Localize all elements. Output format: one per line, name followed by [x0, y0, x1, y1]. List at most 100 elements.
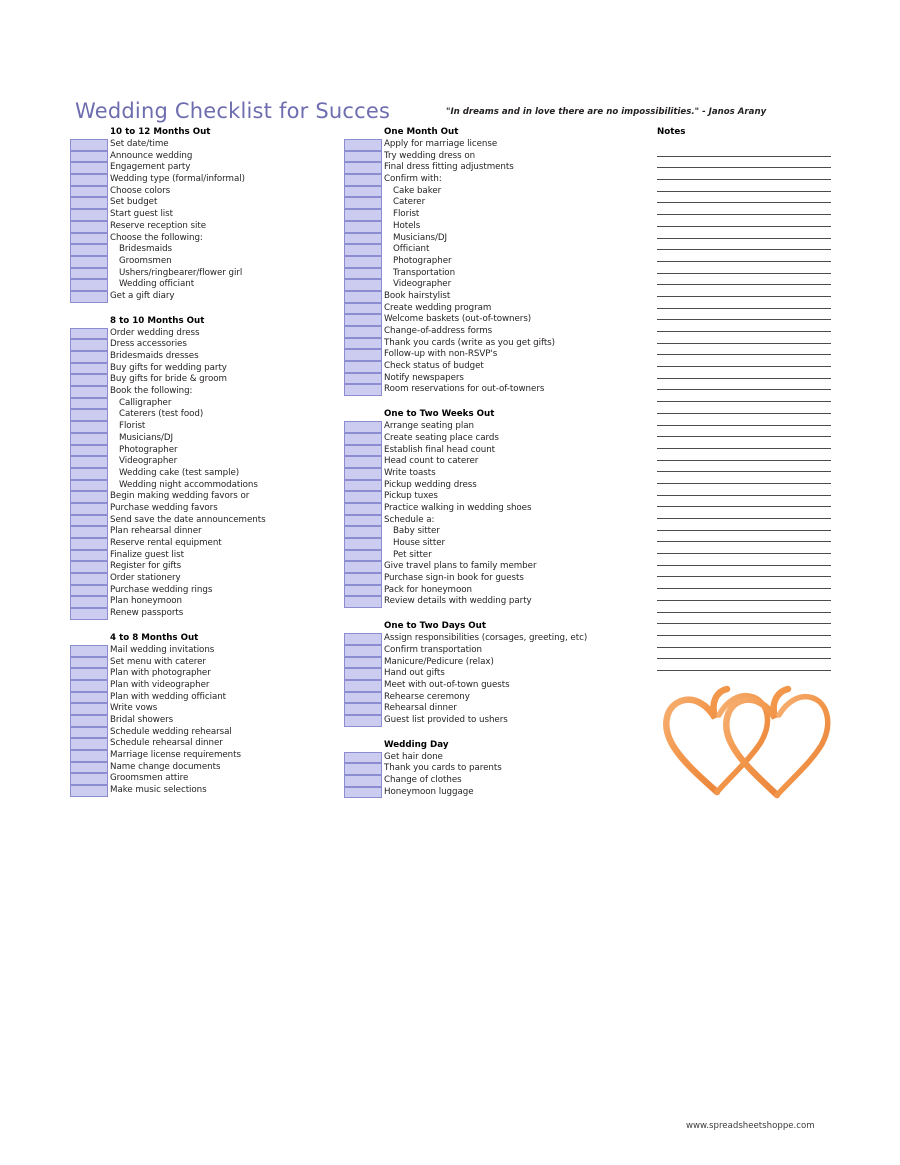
checkbox-cell[interactable]: [344, 561, 382, 574]
checkbox-cell[interactable]: [344, 751, 382, 764]
checkbox-cell[interactable]: [344, 596, 382, 609]
notes-line[interactable]: [657, 274, 831, 286]
notes-line[interactable]: [657, 437, 831, 449]
notes-line[interactable]: [657, 297, 831, 309]
notes-line[interactable]: [657, 484, 831, 496]
notes-line[interactable]: [657, 250, 831, 262]
notes-line[interactable]: [657, 601, 831, 613]
checkbox-cell[interactable]: [344, 633, 382, 645]
checkbox-cell[interactable]: [344, 326, 382, 338]
notes-line[interactable]: [657, 332, 831, 344]
checkbox-cell[interactable]: [70, 456, 108, 468]
checkbox-cell[interactable]: [70, 479, 108, 492]
notes-line[interactable]: [657, 566, 831, 578]
notes-line[interactable]: [657, 449, 831, 461]
checkbox-cell[interactable]: [344, 314, 382, 326]
checkbox-cell[interactable]: [344, 775, 382, 787]
notes-line[interactable]: [657, 344, 831, 356]
checkbox-cell[interactable]: [70, 761, 108, 774]
checkbox-cell[interactable]: [70, 197, 108, 210]
notes-line[interactable]: [657, 379, 831, 391]
checkbox-cell[interactable]: [70, 679, 108, 692]
checkbox-cell[interactable]: [70, 327, 108, 340]
checkbox-cell[interactable]: [70, 502, 108, 515]
notes-line[interactable]: [657, 203, 831, 216]
checkbox-cell[interactable]: [344, 644, 382, 657]
checkbox-cell[interactable]: [70, 561, 108, 574]
checkbox-cell[interactable]: [344, 584, 382, 597]
checkbox-cell[interactable]: [70, 444, 108, 457]
notes-line[interactable]: [657, 309, 831, 321]
checkbox-cell[interactable]: [344, 538, 382, 550]
checkbox-cell[interactable]: [344, 290, 382, 303]
checkbox-cell[interactable]: [70, 750, 108, 762]
notes-line[interactable]: [657, 426, 831, 438]
notes-line[interactable]: [657, 355, 831, 368]
checkbox-cell[interactable]: [344, 491, 382, 503]
checkbox-cell[interactable]: [344, 502, 382, 515]
notes-line[interactable]: [657, 320, 831, 332]
checkbox-cell[interactable]: [344, 302, 382, 315]
checkbox-cell[interactable]: [70, 397, 108, 410]
checkbox-cell[interactable]: [70, 549, 108, 562]
checkbox-cell[interactable]: [344, 691, 382, 704]
checkbox-cell[interactable]: [344, 573, 382, 585]
checkbox-cell[interactable]: [70, 139, 108, 151]
notes-line[interactable]: [657, 239, 831, 251]
checkbox-cell[interactable]: [70, 409, 108, 422]
checkbox-cell[interactable]: [344, 349, 382, 362]
notes-line[interactable]: [657, 215, 831, 227]
notes-line[interactable]: [657, 542, 831, 555]
checkbox-cell[interactable]: [344, 209, 382, 221]
checkbox-cell[interactable]: [344, 479, 382, 492]
notes-line[interactable]: [657, 402, 831, 414]
checkbox-cell[interactable]: [70, 150, 108, 163]
checkbox-cell[interactable]: [70, 209, 108, 221]
checkbox-cell[interactable]: [70, 726, 108, 739]
checkbox-cell[interactable]: [70, 162, 108, 175]
checkbox-cell[interactable]: [344, 549, 382, 562]
checkbox-cell[interactable]: [344, 456, 382, 468]
checkbox-cell[interactable]: [344, 279, 382, 291]
notes-line[interactable]: [657, 531, 831, 543]
checkbox-cell[interactable]: [70, 432, 108, 445]
checkbox-cell[interactable]: [70, 267, 108, 280]
checkbox-cell[interactable]: [70, 644, 108, 657]
checkbox-cell[interactable]: [344, 703, 382, 715]
notes-line[interactable]: [657, 157, 831, 169]
checkbox-cell[interactable]: [70, 714, 108, 727]
notes-line[interactable]: [657, 285, 831, 297]
notes-line[interactable]: [657, 577, 831, 590]
notes-line[interactable]: [657, 390, 831, 403]
checkbox-cell[interactable]: [70, 491, 108, 503]
checkbox-cell[interactable]: [344, 372, 382, 385]
checkbox-cell[interactable]: [344, 714, 382, 727]
notes-line[interactable]: [657, 496, 831, 508]
checkbox-cell[interactable]: [344, 220, 382, 233]
checkbox-cell[interactable]: [70, 386, 108, 398]
notes-line[interactable]: [657, 180, 831, 192]
checkbox-cell[interactable]: [344, 197, 382, 210]
notes-line[interactable]: [657, 461, 831, 473]
checkbox-cell[interactable]: [70, 668, 108, 680]
checkbox-cell[interactable]: [344, 150, 382, 163]
notes-line[interactable]: [657, 168, 831, 181]
notes-line[interactable]: [657, 519, 831, 531]
checkbox-cell[interactable]: [344, 526, 382, 538]
checkbox-cell[interactable]: [344, 514, 382, 527]
checkbox-cell[interactable]: [70, 174, 108, 186]
checkbox-cell[interactable]: [70, 279, 108, 291]
checkbox-cell[interactable]: [344, 432, 382, 445]
notes-line[interactable]: [657, 589, 831, 601]
checkbox-cell[interactable]: [70, 514, 108, 527]
checkbox-cell[interactable]: [344, 763, 382, 775]
checkbox-cell[interactable]: [70, 596, 108, 609]
notes-line[interactable]: [657, 262, 831, 274]
checkbox-cell[interactable]: [70, 339, 108, 351]
checkbox-cell[interactable]: [70, 584, 108, 597]
checkbox-cell[interactable]: [70, 421, 108, 433]
checkbox-cell[interactable]: [344, 244, 382, 256]
checkbox-cell[interactable]: [344, 174, 382, 186]
notes-line[interactable]: [657, 414, 831, 426]
checkbox-cell[interactable]: [344, 337, 382, 350]
